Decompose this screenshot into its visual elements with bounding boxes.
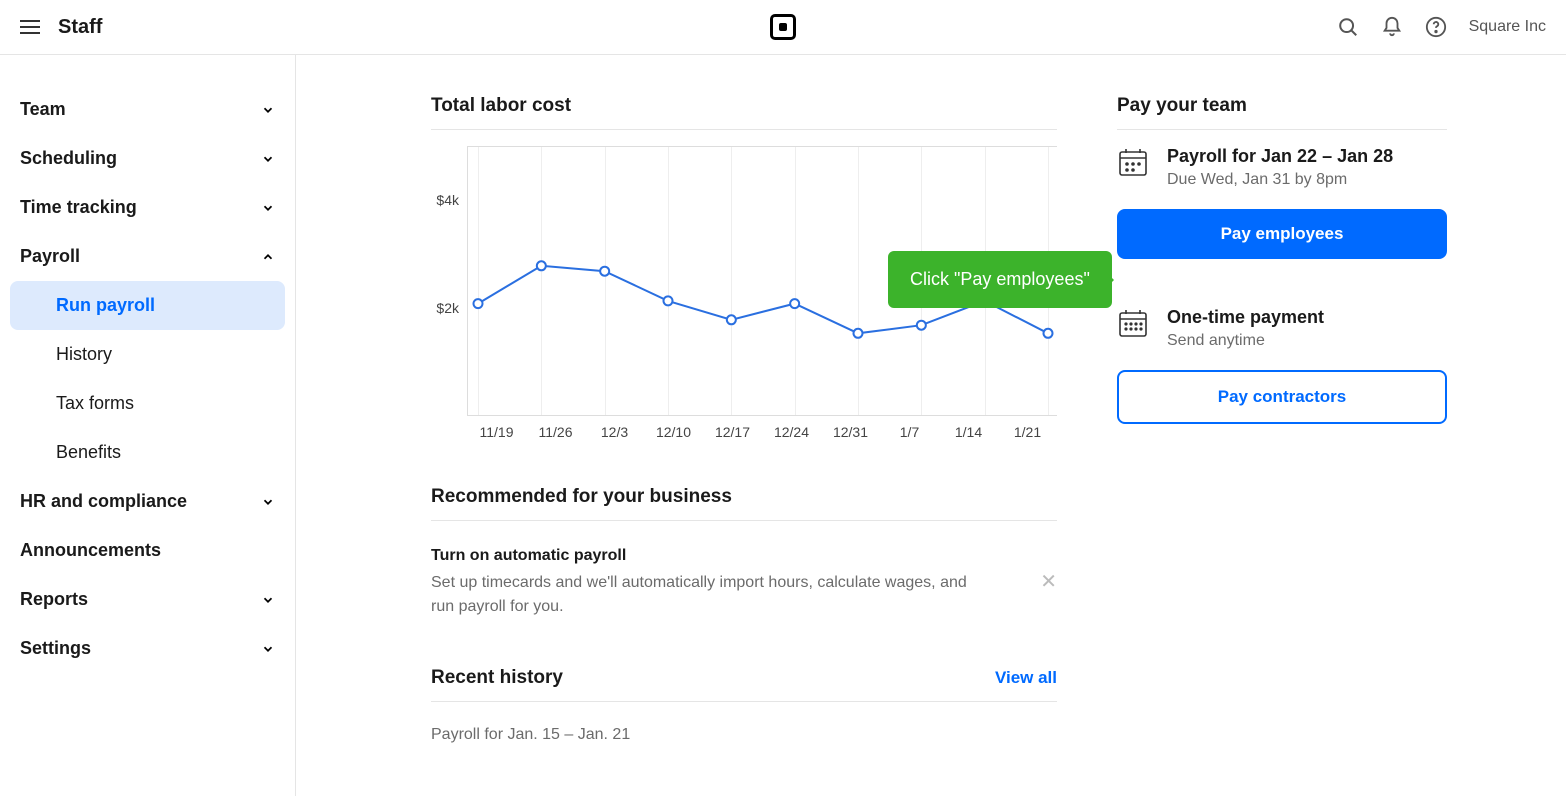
sidebar-subitem-run-payroll[interactable]: Run payroll [10, 281, 285, 330]
bell-icon[interactable] [1381, 16, 1403, 38]
page-section-title: Staff [58, 16, 102, 39]
sidebar-item-payroll[interactable]: Payroll [10, 232, 285, 281]
chevron-down-icon [261, 103, 275, 117]
sidebar-item-label: Announcements [20, 540, 161, 561]
total-labor-cost-title: Total labor cost [431, 95, 1057, 130]
sidebar-item-label: Tax forms [56, 393, 134, 413]
sidebar-item-hr-compliance[interactable]: HR and compliance [10, 477, 285, 526]
sidebar-item-team[interactable]: Team [10, 85, 285, 134]
payroll-period-title: Payroll for Jan 22 – Jan 28 [1167, 146, 1393, 167]
calendar-grid-icon [1117, 307, 1149, 339]
chart-x-tick: 12/24 [762, 424, 821, 440]
chevron-down-icon [261, 152, 275, 166]
sidebar-item-label: Reports [20, 589, 88, 610]
search-icon[interactable] [1337, 16, 1359, 38]
sidebar-subitem-history[interactable]: History [10, 330, 285, 379]
calendar-icon [1117, 146, 1149, 178]
chevron-up-icon [261, 250, 275, 264]
recommended-title: Recommended for your business [431, 486, 1057, 521]
chevron-down-icon [261, 201, 275, 215]
sidebar-item-label: Run payroll [56, 295, 155, 315]
sidebar-subitem-benefits[interactable]: Benefits [10, 428, 285, 477]
topbar: Staff Square Inc [0, 0, 1566, 55]
sidebar-item-label: HR and compliance [20, 491, 187, 512]
sidebar: Team Scheduling Time tracking Payroll Ru… [0, 55, 296, 796]
sidebar-item-label: Team [20, 99, 66, 120]
payroll-card: Payroll for Jan 22 – Jan 28 Due Wed, Jan… [1117, 146, 1447, 189]
recommendation-title: Turn on automatic payroll [431, 547, 979, 565]
history-row[interactable]: Payroll for Jan. 15 – Jan. 21 [431, 720, 1057, 744]
sidebar-item-label: Payroll [20, 246, 80, 267]
sidebar-item-label: Benefits [56, 442, 121, 462]
tutorial-tooltip: Click "Pay employees" [888, 251, 1112, 308]
square-logo-icon[interactable] [770, 14, 796, 40]
recommendation-desc: Set up timecards and we'll automatically… [431, 571, 979, 619]
chevron-down-icon [261, 642, 275, 656]
chevron-down-icon [261, 593, 275, 607]
main-content: Total labor cost 11/1911/2612/312/1012/1… [296, 55, 1566, 796]
sidebar-item-time-tracking[interactable]: Time tracking [10, 183, 285, 232]
chart-y-tick: $2k [431, 300, 459, 316]
sidebar-item-label: Settings [20, 638, 91, 659]
pay-contractors-button[interactable]: Pay contractors [1117, 370, 1447, 424]
chart-x-tick: 11/26 [526, 424, 585, 440]
pay-employees-button[interactable]: Pay employees [1117, 209, 1447, 259]
help-icon[interactable] [1425, 16, 1447, 38]
sidebar-subitem-tax-forms[interactable]: Tax forms [10, 379, 285, 428]
recent-history-title: Recent history [431, 667, 563, 689]
chart-x-tick: 12/17 [703, 424, 762, 440]
one-time-payment-sub: Send anytime [1167, 332, 1324, 350]
close-icon[interactable]: ✕ [1040, 569, 1057, 594]
chart-x-tick: 11/19 [467, 424, 526, 440]
chart-x-tick: 1/21 [998, 424, 1057, 440]
sidebar-item-label: Time tracking [20, 197, 137, 218]
view-all-link[interactable]: View all [995, 668, 1057, 688]
chart-y-tick: $4k [431, 192, 459, 208]
account-name[interactable]: Square Inc [1469, 18, 1546, 36]
sidebar-item-reports[interactable]: Reports [10, 575, 285, 624]
sidebar-item-scheduling[interactable]: Scheduling [10, 134, 285, 183]
chart-x-tick: 1/7 [880, 424, 939, 440]
menu-icon[interactable] [20, 20, 40, 34]
chart-x-tick: 12/31 [821, 424, 880, 440]
sidebar-item-settings[interactable]: Settings [10, 624, 285, 673]
sidebar-item-label: Scheduling [20, 148, 117, 169]
payroll-due-text: Due Wed, Jan 31 by 8pm [1167, 171, 1393, 189]
recommendation-item[interactable]: Turn on automatic payroll Set up timecar… [431, 537, 1057, 629]
chart-x-tick: 12/3 [585, 424, 644, 440]
one-time-payment-card: One-time payment Send anytime [1117, 307, 1447, 350]
sidebar-item-label: History [56, 344, 112, 364]
pay-your-team-title: Pay your team [1117, 95, 1447, 130]
chevron-down-icon [261, 495, 275, 509]
sidebar-item-announcements[interactable]: Announcements [10, 526, 285, 575]
chart-x-tick: 12/10 [644, 424, 703, 440]
one-time-payment-title: One-time payment [1167, 307, 1324, 328]
chart-x-tick: 1/14 [939, 424, 998, 440]
